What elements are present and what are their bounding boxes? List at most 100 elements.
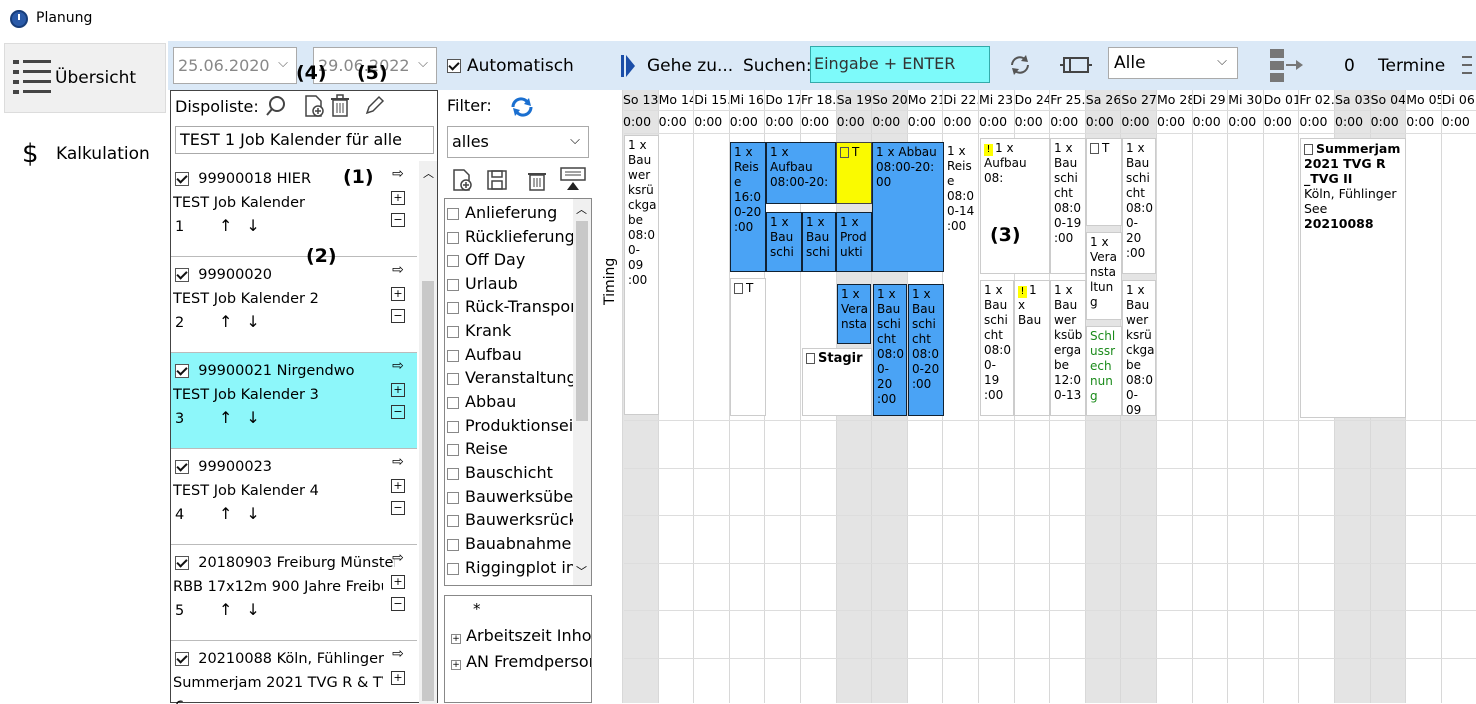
job-checkbox[interactable] [175, 556, 189, 570]
expand-icon[interactable]: + [391, 191, 405, 205]
dispo-scrollbar[interactable]: ︿ [419, 161, 437, 704]
filter-item[interactable]: Bauabnahme [447, 534, 571, 553]
day-column[interactable] [693, 90, 729, 703]
event-block[interactable]: 1 x Prod ukti [836, 212, 872, 272]
auto-checkbox[interactable] [447, 59, 461, 73]
filter-item[interactable]: Krank [447, 321, 511, 340]
day-column[interactable] [1440, 90, 1476, 703]
event-block[interactable]: Stagir [802, 348, 872, 416]
expand-icon[interactable]: + [391, 479, 405, 493]
filter-item[interactable]: Produktionseinheit [447, 416, 591, 435]
sync-icon[interactable] [509, 96, 535, 118]
tree-node[interactable]: + Arbeitszeit Inhouse [451, 626, 591, 645]
date-from-picker[interactable]: 25.06.2020 ⌵ [173, 47, 297, 84]
event-block[interactable]: ! 1 x Aufbau 08: [980, 138, 1050, 274]
event-block[interactable]: 1 x Bau wer ksrü ckga be 08:0 0-09 :00 [624, 135, 659, 415]
filter-scrollbar[interactable]: ︿ ﹀ [573, 199, 591, 585]
tree-node[interactable]: + AN Fremdpersonal [451, 652, 591, 671]
overflow-icon[interactable] [1460, 55, 1474, 75]
event-block[interactable]: T [730, 278, 766, 416]
event-block[interactable]: 1 x Vera nsta [837, 284, 871, 344]
filter-item[interactable]: Off Day [447, 250, 525, 269]
expand-icon[interactable]: + [391, 383, 405, 397]
filter-item[interactable]: Rück-Transport [447, 297, 583, 316]
day-column[interactable] [1191, 90, 1228, 703]
event-block[interactable]: 1 x Bau schi cht 08:0 0-19 :00 [1050, 138, 1086, 274]
event-block[interactable]: 1 x Abbau 08:00-20: 00 [872, 142, 944, 272]
export-icon[interactable]: ⇨ [391, 551, 405, 567]
filter-item[interactable]: Aufbau [447, 345, 522, 364]
event-block[interactable]: 1 x Bau schi cht 08:0 0-20 :00 [908, 284, 944, 416]
event-block[interactable]: 1 x Vera nsta ltun g [1086, 232, 1122, 320]
move-arrows[interactable]: ↑↓ [219, 216, 274, 235]
day-column[interactable] [1156, 90, 1192, 703]
job-item-selected[interactable]: 99900021 Nirgendwo TEST Job Kalender 3 3… [171, 353, 417, 449]
export-icon[interactable]: ⇨ [391, 263, 405, 279]
job-checkbox[interactable] [175, 172, 189, 186]
scroll-up-icon[interactable]: ︿ [423, 165, 434, 181]
collapse-icon[interactable]: − [391, 213, 405, 227]
job-item[interactable]: 20180903 Freiburg Münster RBB 17x12m 900… [171, 545, 417, 641]
job-item[interactable]: 99900018 HIER TEST Job Kalender 1 ↑↓ ⇨ +… [171, 161, 417, 257]
search-icon[interactable] [265, 95, 287, 117]
edit-pencil-icon[interactable] [363, 95, 385, 117]
job-checkbox[interactable] [175, 364, 189, 378]
export-icon[interactable]: ⇨ [391, 167, 405, 183]
event-block[interactable]: T [836, 142, 872, 204]
dispo-search-input[interactable]: TEST 1 Job Kalender für alle [175, 126, 434, 154]
goto-button[interactable]: Gehe zu... [647, 56, 733, 76]
add-document-icon[interactable] [303, 94, 325, 118]
event-block[interactable]: 1 x Aufbau 08:00-20: [766, 142, 836, 204]
event-block[interactable]: 1 x Bau wer ksüb erga be 12:0 0-13 [1050, 280, 1086, 416]
day-column[interactable] [1262, 90, 1299, 703]
filter-item[interactable]: Riggingplot in [447, 558, 576, 577]
category-select[interactable]: Alle ⌵ [1108, 47, 1238, 79]
expand-icon[interactable]: + [391, 287, 405, 301]
day-column[interactable] [1405, 90, 1441, 703]
export-icon[interactable]: ⇨ [391, 359, 405, 375]
goto-icon[interactable] [621, 55, 635, 77]
filter-item[interactable]: Reise [447, 439, 508, 458]
filter-item[interactable]: Abbau [447, 392, 516, 411]
delete-icon[interactable] [329, 94, 351, 118]
filter-item[interactable]: Bauwerksrückgabe [447, 510, 591, 529]
add-filter-icon[interactable] [451, 168, 475, 192]
filter-item[interactable]: Bauschicht [447, 463, 553, 482]
move-arrows[interactable]: ↑↓ [219, 504, 274, 523]
job-checkbox[interactable] [175, 460, 189, 474]
event-block[interactable]: 1 x Bau schi [802, 212, 836, 272]
nav-item-uebersicht[interactable]: Übersicht [4, 43, 166, 113]
job-checkbox[interactable] [175, 268, 189, 282]
event-block[interactable]: 1 x Bau schi cht 08:0 0-20 :00 [873, 284, 907, 416]
hierarchy-icon[interactable] [1268, 47, 1304, 83]
filter-item[interactable]: Urlaub [447, 274, 518, 293]
collapse-icon[interactable]: − [391, 597, 405, 611]
event-block[interactable]: 1 x Bau wer ksrü ckga be 08:0 0-09 [1122, 280, 1156, 416]
event-block[interactable]: T [1086, 138, 1122, 226]
search-input[interactable]: Eingabe + ENTER [810, 46, 990, 83]
scroll-thumb[interactable] [576, 221, 588, 421]
move-arrows[interactable]: ↑↓ [219, 312, 274, 331]
event-block[interactable]: Schl ussr ech nun g [1086, 326, 1122, 416]
refresh-icon[interactable] [1008, 53, 1032, 77]
filter-select[interactable]: alles ⌵ [447, 126, 589, 158]
event-block[interactable]: 1 x Bau schi [766, 212, 802, 272]
move-arrows[interactable]: ↑↓ [219, 600, 274, 619]
delete-filter-icon[interactable] [525, 168, 549, 192]
job-item[interactable]: 99900020 TEST Job Kalender 2 2 ↑↓ ⇨ + − [171, 257, 417, 353]
job-item[interactable]: 99900023 TEST Job Kalender 4 4 ↑↓ ⇨ + − [171, 449, 417, 545]
event-block[interactable]: 1 x Bau schi cht 08:0 0-20 :00 [1122, 138, 1156, 274]
nav-item-kalkulation[interactable]: $ Kalkulation [4, 119, 166, 189]
move-arrows[interactable]: ↑↓ [219, 408, 274, 427]
expand-icon[interactable]: + [391, 575, 405, 589]
job-item[interactable]: 20210088 Köln, Fühlinger Summerjam 2021 … [171, 641, 417, 704]
export-icon[interactable]: ⇨ [391, 455, 405, 471]
collapse-icon[interactable]: − [391, 501, 405, 515]
save-icon[interactable] [485, 168, 509, 192]
job-checkbox[interactable] [175, 652, 189, 666]
collapse-icon[interactable]: − [391, 309, 405, 323]
expand-icon[interactable]: + [391, 671, 405, 685]
view-icon[interactable] [1060, 54, 1092, 76]
summerjam-event[interactable]: Summerjam 2021 TVG R _TVG II Köln, Fühli… [1300, 138, 1406, 418]
event-block[interactable]: ! 1 x Bau [1014, 280, 1050, 416]
